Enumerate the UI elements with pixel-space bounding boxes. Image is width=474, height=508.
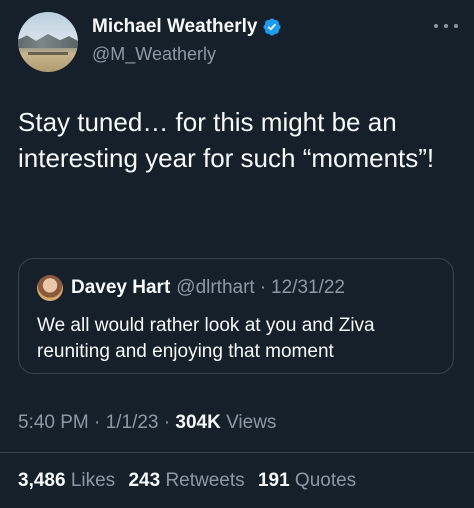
tweet-meta: 5:40 PM · 1/1/23 · 304K Views bbox=[18, 412, 276, 434]
more-options-icon[interactable] bbox=[434, 16, 458, 36]
meta-separator-2: · bbox=[163, 412, 171, 433]
author-avatar[interactable] bbox=[18, 12, 78, 72]
tweet-text: Stay tuned… for this might be an interes… bbox=[18, 107, 435, 173]
quoted-date: 12/31/22 bbox=[271, 277, 345, 298]
quoted-author-avatar bbox=[37, 275, 63, 301]
author-display-name[interactable]: Michael Weatherly bbox=[92, 16, 257, 38]
tweet-stats: 3,486 Likes 243 Retweets 191 Quotes bbox=[18, 470, 364, 492]
quotes-count[interactable]: 191 bbox=[258, 470, 290, 491]
likes-label[interactable]: Likes bbox=[71, 470, 115, 491]
tweet-date[interactable]: 1/1/23 bbox=[106, 412, 159, 433]
quoted-tweet-card[interactable]: Davey Hart @dlrthart · 12/31/22 We all w… bbox=[18, 258, 454, 374]
quoted-tweet-header: Davey Hart @dlrthart · 12/31/22 bbox=[37, 275, 345, 301]
meta-separator-1: · bbox=[94, 412, 101, 433]
quoted-author-handle: @dlrthart bbox=[176, 277, 255, 298]
views-count: 304K bbox=[175, 412, 221, 433]
quotes-label[interactable]: Quotes bbox=[295, 470, 356, 491]
tweet-time[interactable]: 5:40 PM bbox=[18, 412, 89, 433]
quoted-tweet-text: We all would rather look at you and Ziva… bbox=[37, 315, 375, 362]
tweet-header: Michael Weatherly @M_Weatherly bbox=[18, 12, 458, 72]
views-label: Views bbox=[226, 412, 277, 433]
quoted-separator: · bbox=[259, 277, 267, 298]
retweets-label[interactable]: Retweets bbox=[165, 470, 244, 491]
quoted-author-display-name: Davey Hart bbox=[71, 277, 171, 298]
verified-badge-icon bbox=[263, 18, 281, 36]
author-handle[interactable]: @M_Weatherly bbox=[92, 44, 216, 65]
likes-count[interactable]: 3,486 bbox=[18, 470, 66, 491]
author-name-row: Michael Weatherly bbox=[92, 16, 282, 38]
retweets-count[interactable]: 243 bbox=[128, 470, 160, 491]
avatar-road bbox=[28, 52, 68, 55]
stats-divider bbox=[0, 452, 474, 453]
avatar-mountains bbox=[18, 34, 78, 48]
